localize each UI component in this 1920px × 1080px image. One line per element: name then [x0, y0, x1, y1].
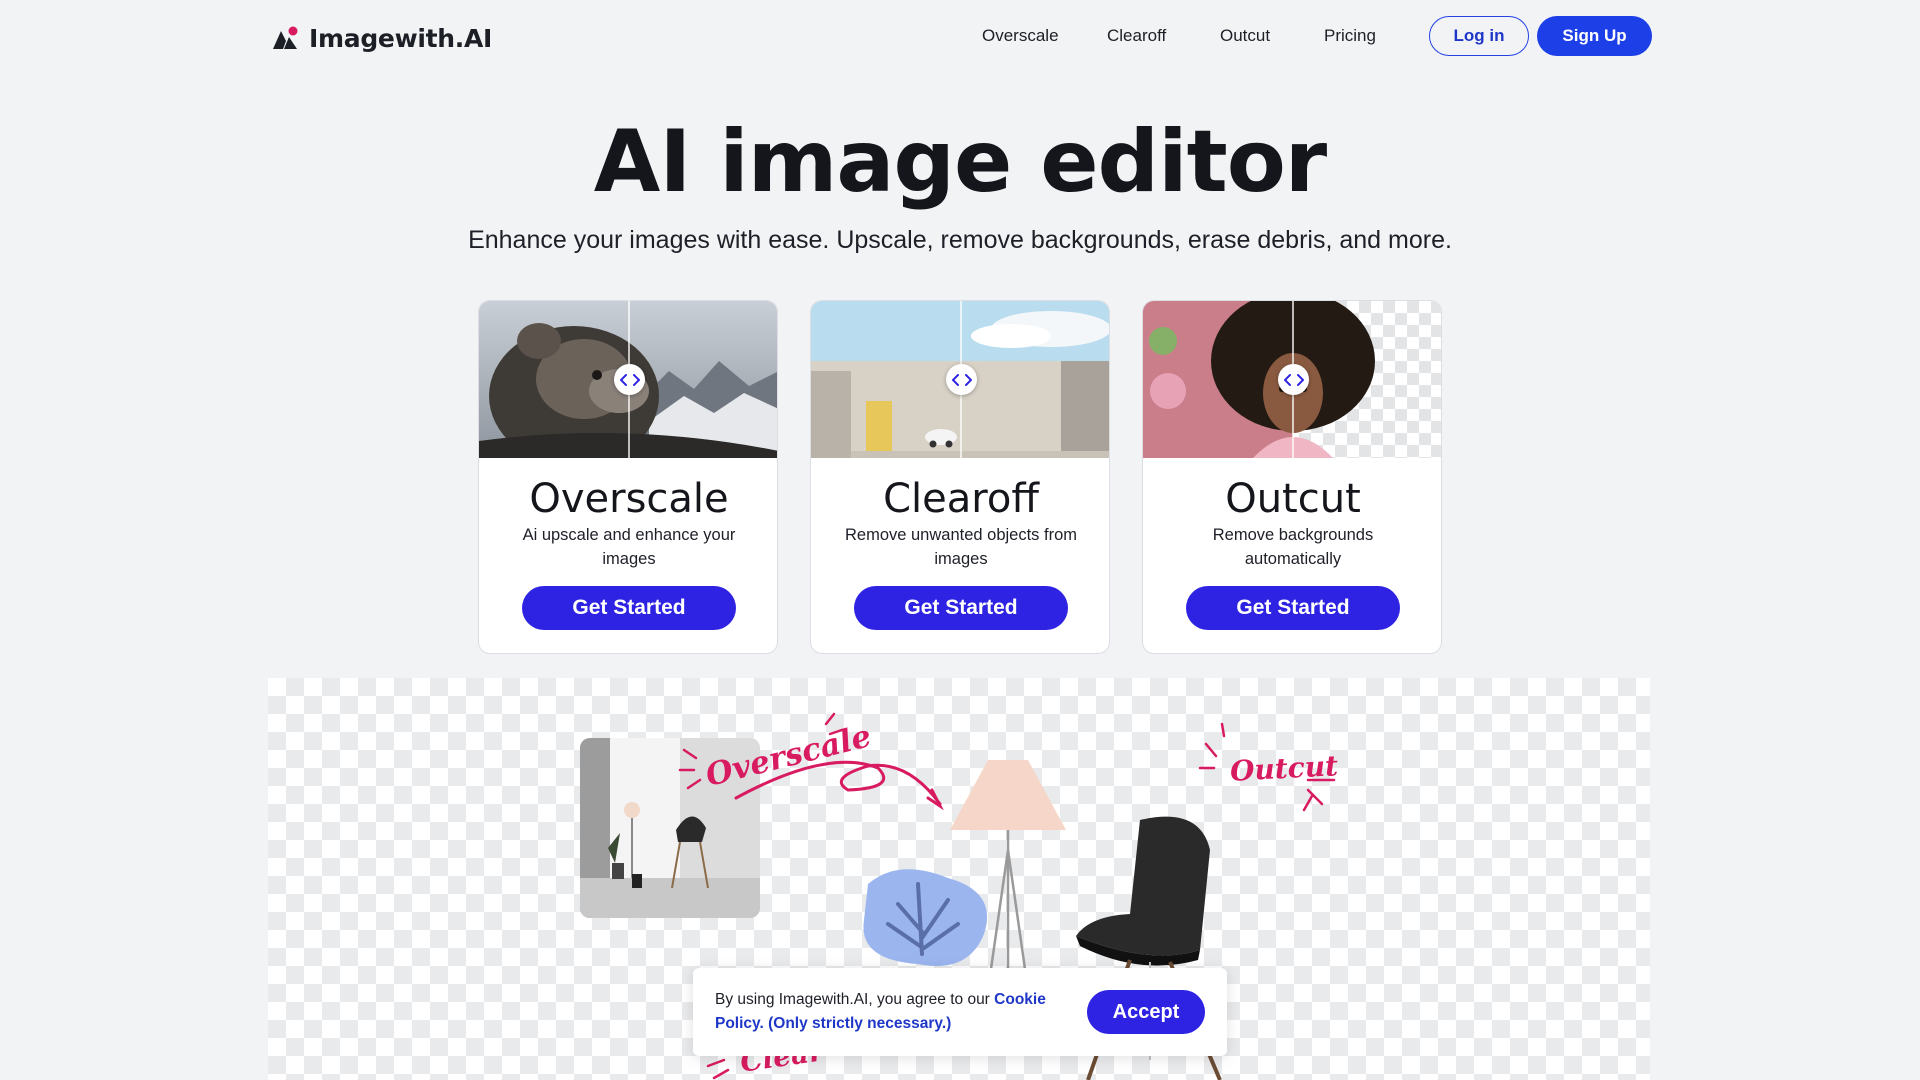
feature-card-outcut: Outcut Remove backgrounds automatically … [1142, 300, 1442, 654]
card-description: Remove unwanted objects from images [844, 526, 1078, 568]
compare-slider-icon[interactable] [946, 364, 977, 395]
nav-clearoff[interactable]: Clearoff [1107, 24, 1166, 48]
page-title: AI image editor [593, 112, 1327, 212]
card-title: Clearoff [883, 476, 1039, 522]
card-title: Overscale [529, 476, 729, 522]
nav-overscale[interactable]: Overscale [982, 24, 1059, 48]
nav-pricing[interactable]: Pricing [1324, 24, 1376, 48]
clearoff-preview-image [811, 301, 1109, 458]
overscale-preview-image [479, 301, 777, 458]
plant-shadow-image [863, 869, 988, 966]
cookie-message: By using Imagewith.AI, you agree to our … [715, 988, 1065, 1036]
nav-outcut[interactable]: Outcut [1220, 24, 1270, 48]
site-header: Imagewith.AI Overscale Clearoff Outcut P… [0, 0, 1920, 72]
compare-slider-icon[interactable] [1278, 364, 1309, 395]
outcut-preview-image [1143, 301, 1441, 458]
compare-slider-icon[interactable] [614, 364, 645, 395]
card-title: Outcut [1225, 476, 1361, 522]
feature-card-clearoff: Clearoff Remove unwanted objects from im… [810, 300, 1110, 654]
get-started-button-overscale[interactable]: Get Started [522, 586, 736, 630]
get-started-button-outcut[interactable]: Get Started [1186, 586, 1400, 630]
cookie-banner: By using Imagewith.AI, you agree to our … [693, 968, 1227, 1056]
card-description: Ai upscale and enhance your images [522, 526, 736, 568]
feature-card-overscale: Overscale Ai upscale and enhance your im… [478, 300, 778, 654]
page-subtitle: Enhance your images with ease. Upscale, … [468, 226, 1452, 254]
cookie-message-text: By using Imagewith.AI, you agree to our [715, 991, 995, 1008]
logo-icon [273, 26, 298, 49]
logo[interactable]: Imagewith.AI [271, 20, 492, 56]
logo-text: Imagewith.AI [309, 23, 493, 53]
signup-button[interactable]: Sign Up [1537, 16, 1652, 56]
get-started-button-clearoff[interactable]: Get Started [854, 586, 1068, 630]
login-button[interactable]: Log in [1429, 16, 1529, 56]
card-description: Remove backgrounds automatically [1212, 526, 1374, 568]
accept-cookies-button[interactable]: Accept [1087, 990, 1205, 1034]
